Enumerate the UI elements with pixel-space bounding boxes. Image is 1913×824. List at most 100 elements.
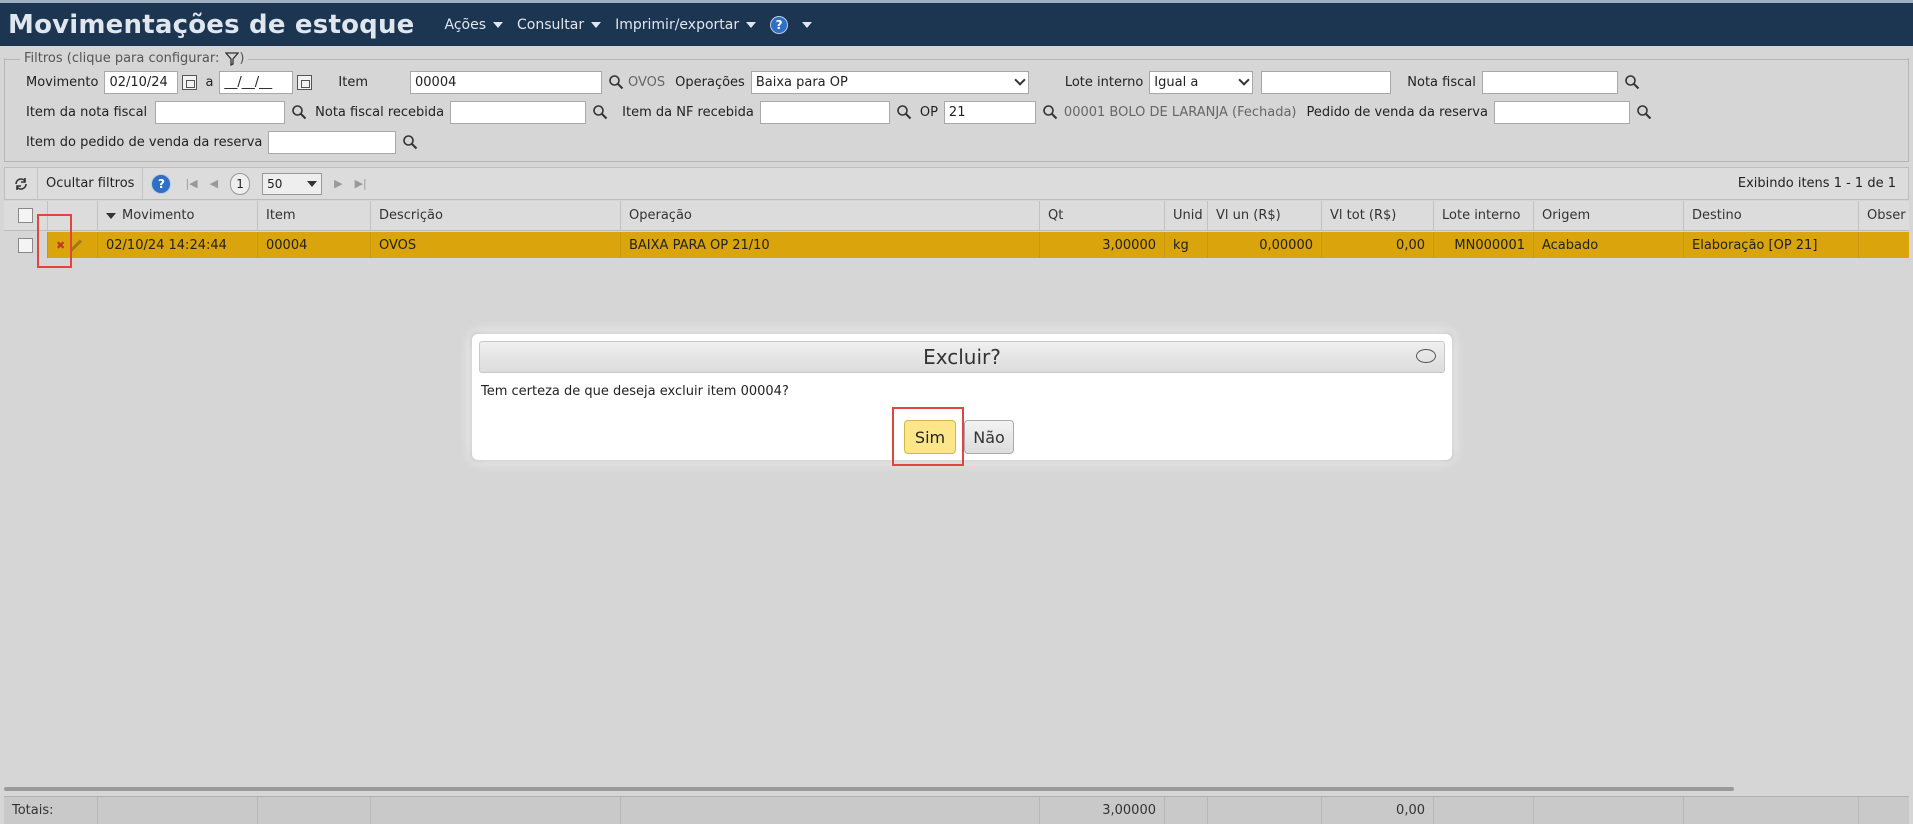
page-title: Movimentações de estoque: [8, 9, 415, 40]
delete-icon-highlight: [37, 214, 72, 268]
page-size-value: 50: [267, 176, 283, 191]
caret-down-icon: [307, 180, 318, 187]
next-page-icon[interactable]: ▶: [334, 177, 342, 190]
horizontal-scrollbar[interactable]: [4, 787, 1734, 791]
refresh-icon: [15, 177, 27, 190]
col-item[interactable]: Item: [258, 201, 371, 230]
col-qt[interactable]: Qt: [1040, 201, 1165, 230]
item-description: OVOS: [628, 74, 666, 90]
search-icon[interactable]: [1636, 104, 1652, 120]
operacoes-value: Baixa para OP: [755, 74, 848, 90]
lote-input[interactable]: [1261, 70, 1392, 94]
grid-header: Movimento Item Descrição Operação Qt Uni…: [4, 201, 1909, 231]
date-separator: a: [205, 74, 214, 90]
lote-label: Lote interno: [1064, 74, 1144, 90]
menu-imprimir-label: Imprimir/exportar: [615, 16, 740, 33]
search-icon[interactable]: [896, 104, 912, 120]
dialog-header: Excluir?: [479, 341, 1445, 373]
item-input[interactable]: [410, 70, 602, 94]
totals-qt: 3,00000: [1040, 797, 1165, 824]
select-all-checkbox[interactable]: [18, 208, 33, 223]
search-icon[interactable]: [1624, 74, 1640, 90]
col-unid[interactable]: Unid: [1165, 201, 1208, 230]
search-icon[interactable]: [1042, 104, 1058, 120]
caret-down-icon: [591, 21, 602, 28]
chevron-down-icon: [1014, 74, 1026, 86]
page-size-select[interactable]: 50: [262, 172, 323, 195]
page-number[interactable]: 1: [230, 172, 251, 195]
cell-vl-tot: 0,00: [1322, 232, 1434, 258]
item-pedido-label: Item do pedido de venda da reserva: [26, 134, 263, 150]
nota-fiscal-input[interactable]: [1481, 70, 1618, 94]
col-origem[interactable]: Origem: [1534, 201, 1684, 230]
totals-origem: [1534, 797, 1684, 824]
search-icon[interactable]: [402, 134, 418, 150]
filters-legend-label: Filtros (clique para configurar:: [24, 51, 220, 66]
col-lote[interactable]: Lote interno: [1434, 201, 1534, 230]
help-icon: ?: [151, 173, 172, 194]
col-operacao[interactable]: Operação: [621, 201, 1040, 230]
dialog-message: Tem certeza de que deseja excluir item 0…: [481, 384, 789, 399]
pedido-input[interactable]: [1493, 100, 1630, 124]
col-descricao[interactable]: Descrição: [371, 201, 621, 230]
table-row[interactable]: ✖ 02/10/24 14:24:44 00004 OVOS BAIXA PAR…: [4, 232, 1909, 258]
refresh-button[interactable]: [5, 168, 38, 199]
totals-label: Totais:: [4, 797, 98, 824]
col-observacao[interactable]: Obser: [1859, 201, 1909, 230]
search-icon[interactable]: [608, 74, 624, 90]
chevron-down-icon: [1238, 74, 1250, 86]
totals-vl-un: [1208, 797, 1322, 824]
movimento-to-input[interactable]: [219, 70, 294, 94]
filter-row-3: Item do pedido de venda da reserva: [26, 130, 426, 154]
lote-condition-select[interactable]: Igual a: [1149, 70, 1254, 94]
menu-help[interactable]: ?: [770, 15, 813, 34]
item-nota-input[interactable]: [155, 100, 286, 124]
totals-destino: [1684, 797, 1859, 824]
totals-operacao: [621, 797, 1040, 824]
toolbar-help-button[interactable]: ?: [143, 168, 179, 199]
movimento-from-input[interactable]: [104, 70, 179, 94]
col-destino[interactable]: Destino: [1684, 201, 1859, 230]
item-pedido-input[interactable]: [268, 130, 397, 154]
confirm-no-button[interactable]: Não: [964, 420, 1014, 454]
yes-button-highlight: [892, 407, 964, 466]
speech-bubble-icon[interactable]: [1416, 349, 1436, 363]
filters-legend[interactable]: Filtros (clique para configurar: ): [20, 51, 249, 66]
last-page-icon[interactable]: ▶|: [355, 177, 367, 190]
col-movimento[interactable]: Movimento: [98, 201, 258, 230]
help-icon: ?: [770, 15, 789, 34]
row-checkbox[interactable]: [18, 237, 33, 253]
cell-descricao: OVOS: [371, 232, 621, 258]
cell-vl-un: 0,00000: [1208, 232, 1322, 258]
search-icon[interactable]: [291, 104, 307, 120]
filter-row-2: Item da nota fiscal Nota fiscal recebida…: [26, 100, 1660, 124]
cell-lote: MN000001: [1434, 232, 1534, 258]
nota-recebida-input[interactable]: [450, 100, 587, 124]
totals-item: [258, 797, 371, 824]
grid-toolbar: Ocultar filtros ? |◀ ◀ 1 50 ▶ ▶| Exibind…: [4, 167, 1909, 200]
cell-movimento: 02/10/24 14:24:44: [98, 232, 258, 258]
search-icon[interactable]: [592, 104, 608, 120]
edit-icon[interactable]: [70, 238, 83, 252]
menu-consultar[interactable]: Consultar: [517, 17, 602, 33]
hide-filters-button[interactable]: Ocultar filtros: [38, 168, 144, 199]
calendar-icon[interactable]: [297, 74, 313, 90]
menu-acoes[interactable]: Ações: [445, 17, 504, 33]
cell-qt: 3,00000: [1040, 232, 1165, 258]
filter-row-1: Movimento a Item OVOS Operações Baixa pa…: [26, 70, 1648, 94]
menu-imprimir-exportar[interactable]: Imprimir/exportar: [615, 16, 757, 33]
first-page-icon[interactable]: |◀: [185, 177, 197, 190]
operacoes-select[interactable]: Baixa para OP: [750, 70, 1029, 94]
funnel-icon[interactable]: [225, 51, 240, 66]
app-header: Movimentações de estoque Ações Consultar…: [0, 0, 1913, 46]
item-nf-input[interactable]: [759, 100, 890, 124]
totals-row: Totais: 3,00000 0,00: [4, 796, 1909, 824]
filters-legend-close: ): [239, 51, 245, 66]
prev-page-icon[interactable]: ◀: [210, 177, 218, 190]
op-input[interactable]: [943, 100, 1036, 124]
cell-item: 00004: [258, 232, 371, 258]
col-vl-tot[interactable]: Vl tot (R$): [1322, 201, 1434, 230]
calendar-icon[interactable]: [182, 74, 198, 90]
op-label: OP: [919, 104, 938, 120]
col-vl-un[interactable]: Vl un (R$): [1208, 201, 1322, 230]
